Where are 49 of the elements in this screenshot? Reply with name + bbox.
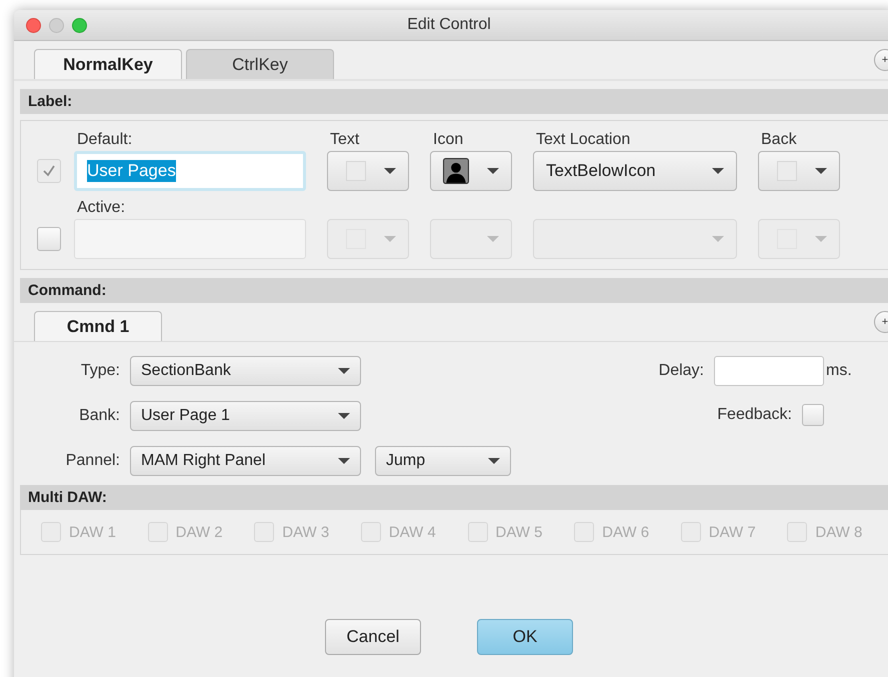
- tab[interactable]: Cmnd 1: [34, 311, 162, 341]
- dropdown[interactable]: MAM Right Panel: [130, 446, 361, 476]
- field-label: Feedback:: [716, 406, 792, 424]
- field-label: Bank:: [78, 407, 120, 425]
- color-dropdown[interactable]: [758, 219, 840, 259]
- checkbox-label: DAW 6: [602, 524, 650, 540]
- field-label: Active:: [77, 199, 126, 217]
- checkbox-label: DAW 8: [815, 524, 862, 540]
- dialog-button[interactable]: Cancel: [325, 619, 421, 655]
- delay-field[interactable]: [714, 356, 824, 386]
- checkbox-label: DAW 5: [496, 524, 542, 540]
- tab[interactable]: NormalKey: [34, 49, 182, 79]
- column-label: Text Location: [536, 131, 632, 149]
- check-icon: [41, 163, 57, 179]
- field-label: Pannel:: [64, 452, 120, 470]
- add-tab-button[interactable]: +: [874, 49, 888, 71]
- minimize-icon[interactable]: [49, 18, 64, 33]
- column-label: Back: [761, 131, 798, 149]
- checkbox-label: DAW 3: [282, 524, 330, 540]
- column-label: Icon: [433, 131, 464, 149]
- close-icon[interactable]: [26, 18, 41, 33]
- section-title: Multi DAW:: [28, 489, 107, 506]
- dialog-button[interactable]: OK: [477, 619, 573, 655]
- person-icon: [443, 158, 469, 184]
- checkbox-label: DAW 7: [708, 524, 756, 540]
- checkbox-label: DAW 2: [176, 524, 223, 540]
- text-location-dropdown[interactable]: TextBelowIcon: [533, 151, 737, 191]
- field-label: Type:: [80, 362, 120, 380]
- dropdown[interactable]: User Page 1: [130, 401, 361, 431]
- add-tab-button[interactable]: +: [874, 311, 888, 333]
- color-dropdown[interactable]: [758, 151, 840, 191]
- section-title: Command:: [28, 282, 106, 299]
- dropdown[interactable]: Jump: [375, 446, 511, 476]
- zoom-icon[interactable]: [72, 18, 87, 33]
- unit-label: ms.: [826, 362, 853, 380]
- tab[interactable]: CtrlKey: [186, 49, 334, 79]
- column-label: Text: [330, 131, 360, 149]
- field-label: Default:: [77, 131, 134, 149]
- checkbox-label: DAW 4: [388, 524, 436, 540]
- icon-dropdown[interactable]: [430, 151, 512, 191]
- dropdown[interactable]: SectionBank: [130, 356, 361, 386]
- text-location-dropdown[interactable]: [533, 219, 737, 259]
- checkbox[interactable]: [802, 404, 824, 426]
- window-title: Edit Control: [407, 16, 491, 34]
- color-dropdown[interactable]: [327, 219, 409, 259]
- section-title: Label:: [28, 93, 72, 110]
- color-dropdown[interactable]: [327, 151, 409, 191]
- checkbox-label: DAW 1: [69, 524, 116, 540]
- field-label: Delay:: [658, 362, 704, 380]
